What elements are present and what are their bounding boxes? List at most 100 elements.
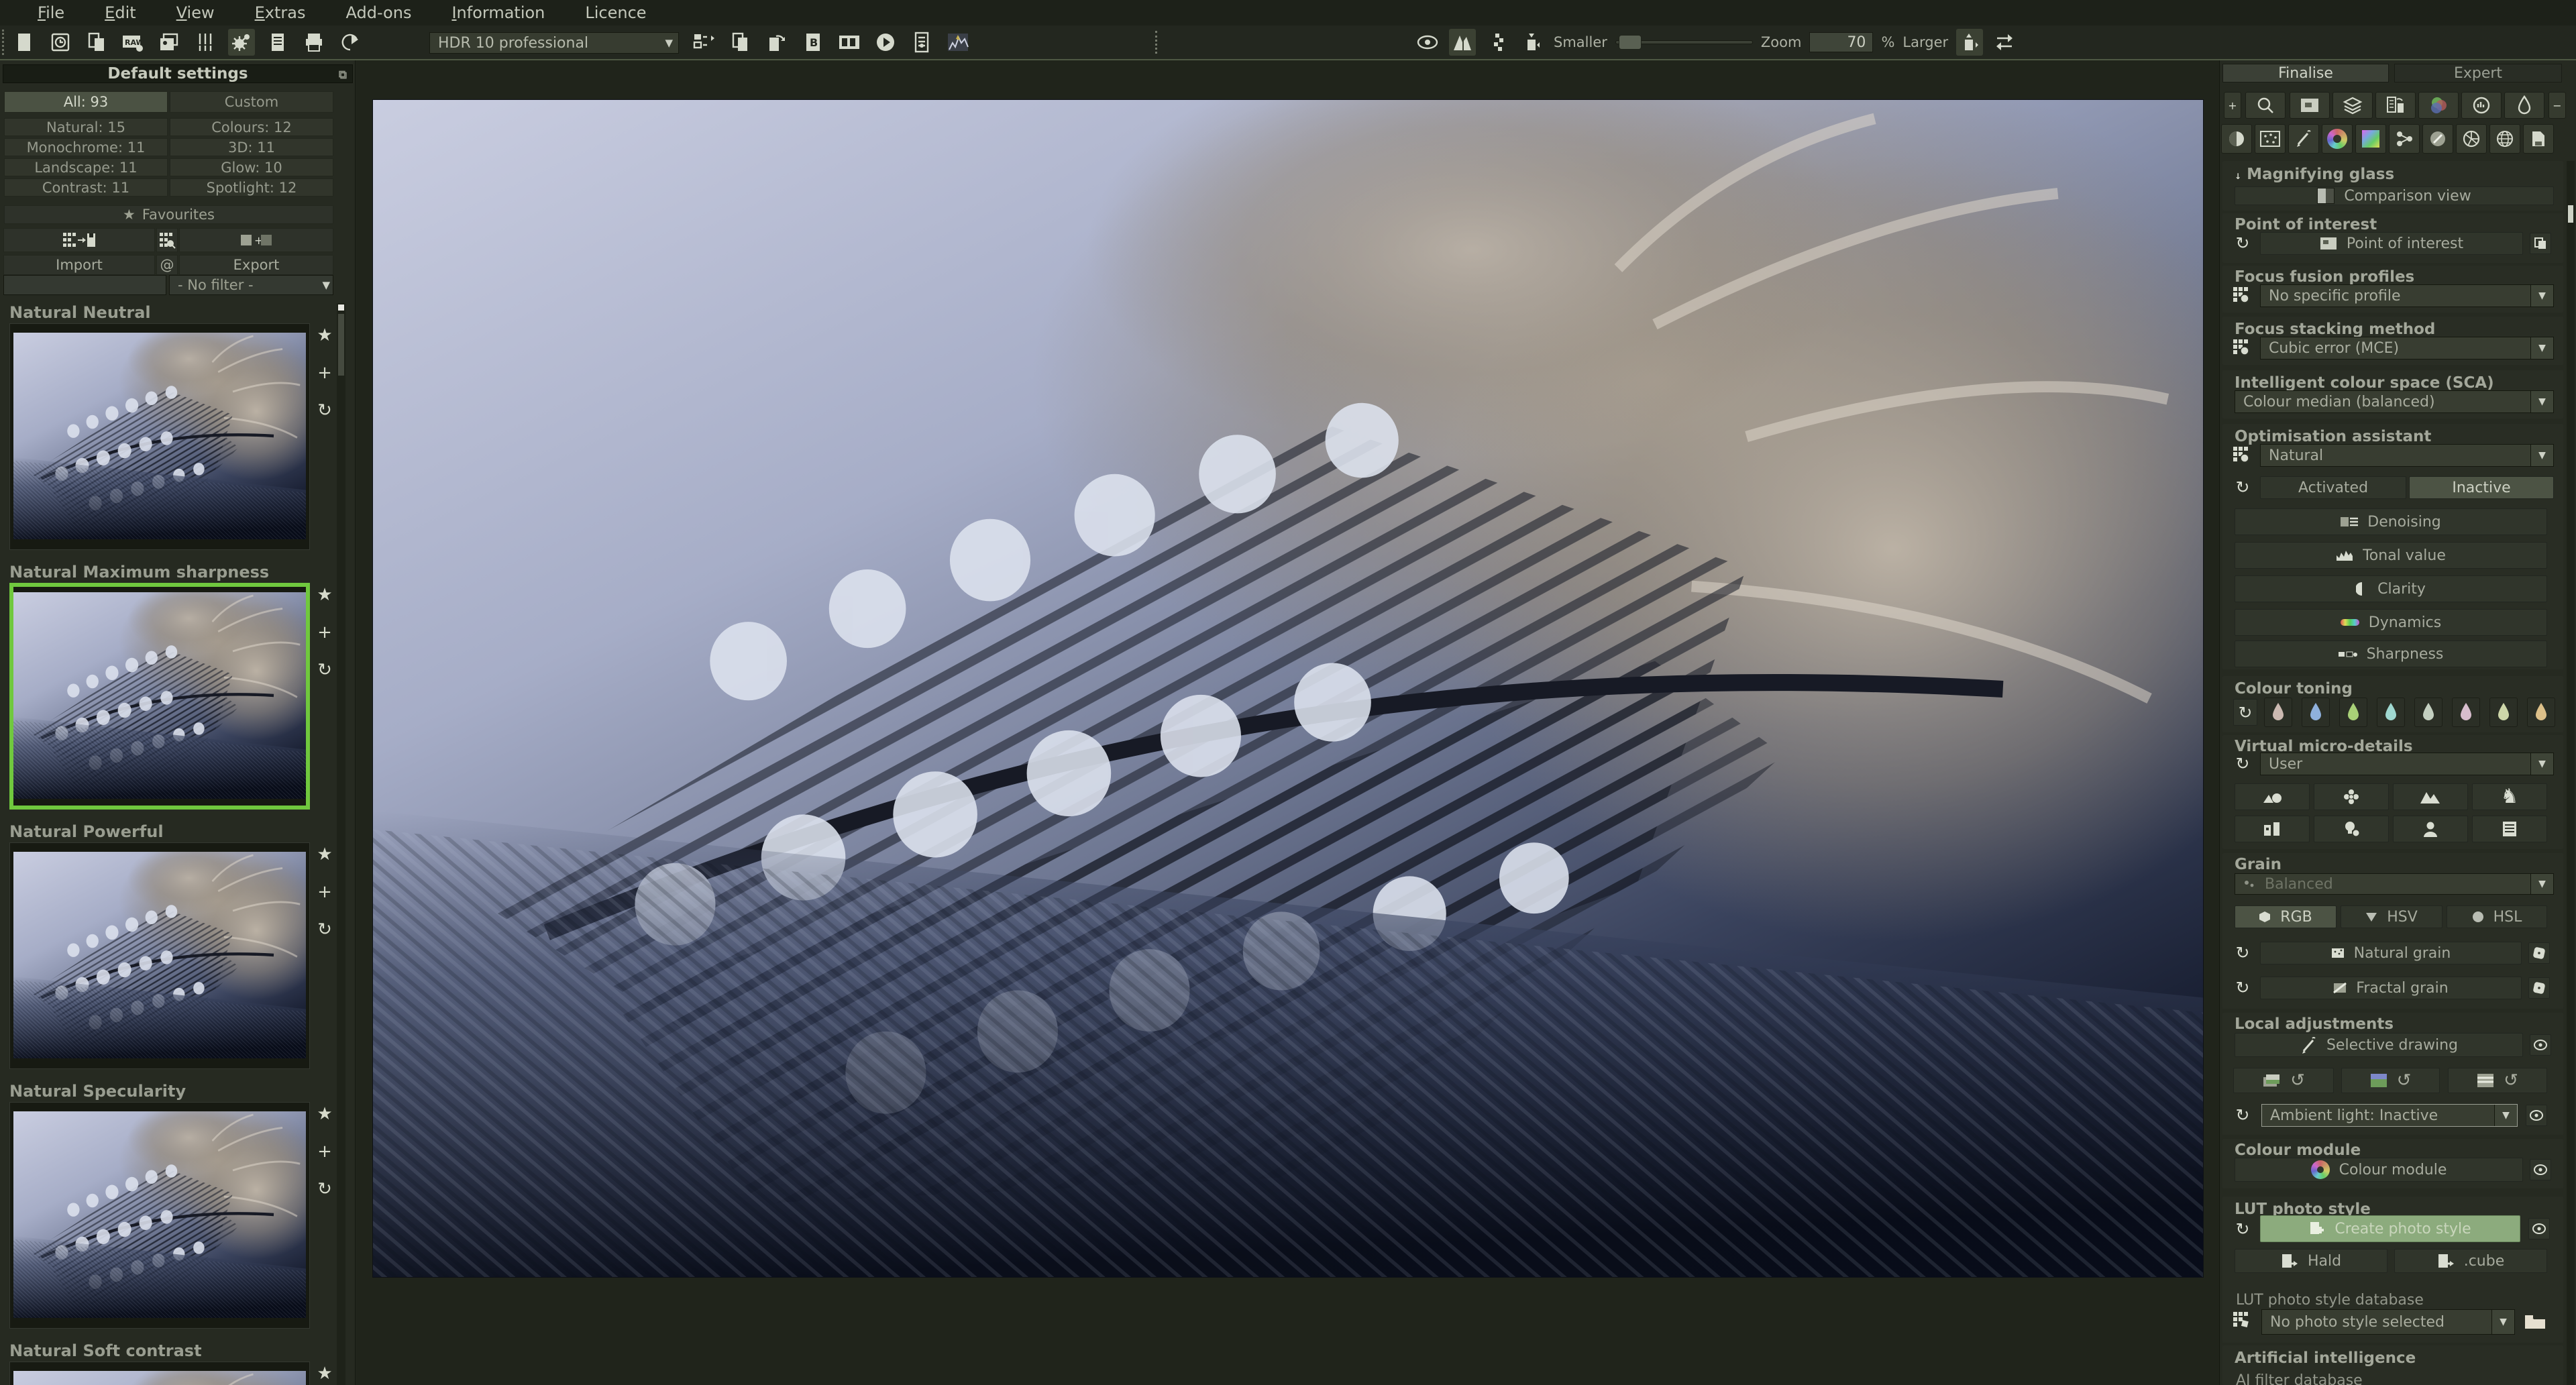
dropdown-arrow-icon[interactable]: ▼ [2530, 753, 2553, 775]
tab-expert[interactable]: Expert [2394, 64, 2562, 82]
post-processing-gear-icon[interactable] [228, 29, 255, 56]
comparison-view-toggle[interactable]: Comparison view [2235, 186, 2554, 205]
project-type-dropdown[interactable]: HDR 10 professional ▼ [429, 32, 679, 54]
comparison-checkbox-icon[interactable] [2317, 188, 2334, 204]
category-spotlight[interactable]: Spotlight: 12 [170, 178, 333, 197]
reset-fractal-grain-icon[interactable]: ↻ [2232, 977, 2253, 998]
toning-droplet-2[interactable] [2302, 698, 2330, 727]
refresh-preset-icon[interactable]: ↻ [317, 401, 332, 420]
mask-copy-button[interactable]: ↺ [2233, 1068, 2334, 1093]
tab-finalise[interactable]: Finalise [2222, 64, 2389, 82]
favourite-star-icon[interactable]: ★ [317, 1105, 332, 1123]
dropdown-arrow-icon[interactable]: ▼ [2530, 285, 2553, 307]
menu-extras[interactable]: Extras [255, 3, 306, 22]
point-of-interest-button[interactable]: Point of interest [2260, 232, 2523, 255]
add-preset-icon[interactable]: + [317, 364, 332, 382]
toning-droplet-6[interactable] [2452, 698, 2480, 727]
droplet-tool-icon[interactable] [2504, 92, 2544, 119]
reset-poi-icon[interactable]: ↻ [2232, 232, 2253, 254]
category-monochrome[interactable]: Monochrome: 11 [4, 138, 168, 156]
preset-thumbnail[interactable] [9, 1362, 310, 1385]
focus-stacking-dropdown[interactable]: Cubic error (MCE) ▼ [2260, 337, 2554, 359]
lut-card-icon[interactable] [2523, 124, 2554, 154]
colour-space-dropdown[interactable]: Colour median (balanced) ▼ [2235, 390, 2554, 413]
play-icon[interactable] [872, 29, 899, 56]
menu-file[interactable]: File [38, 3, 64, 22]
natural-grain-button[interactable]: Natural grain [2260, 942, 2522, 964]
filmstrip-icon[interactable] [836, 29, 863, 56]
fractal-grain-button[interactable]: Fractal grain [2260, 977, 2522, 999]
category-glow[interactable]: Glow: 10 [170, 158, 333, 176]
import-button[interactable]: Import [3, 255, 155, 275]
assistant-grid-icon[interactable] [2231, 444, 2252, 465]
scrollbar-top-handle[interactable] [338, 304, 344, 311]
export-cube-button[interactable]: .cube [2394, 1249, 2547, 1273]
add-tool-button[interactable]: + [2224, 92, 2241, 119]
toning-droplet-7[interactable] [2489, 698, 2518, 727]
micro-detail-flower-button[interactable] [2314, 783, 2389, 810]
add-preset-icon[interactable]: + [317, 883, 332, 901]
raw-import-icon[interactable]: RAW [119, 29, 146, 56]
import-web-icon-button[interactable] [156, 228, 178, 252]
category-landscape[interactable]: Landscape: 11 [4, 158, 168, 176]
ambient-light-dropdown[interactable]: Ambient light: Inactive ▼ [2261, 1104, 2518, 1127]
dropdown-arrow-icon[interactable]: ▼ [2494, 1105, 2517, 1126]
rotate-view-icon[interactable] [1991, 29, 2018, 56]
toning-droplet-4[interactable] [2377, 698, 2405, 727]
colour-wheel-icon[interactable] [2322, 124, 2353, 154]
activated-button[interactable]: Activated [2260, 476, 2406, 499]
zoom-fit-larger-icon[interactable] [1956, 29, 1983, 56]
favourites-button[interactable]: ★ Favourites [4, 205, 333, 224]
toning-droplet-3[interactable] [2339, 698, 2367, 727]
profile-grid-icon[interactable] [2231, 284, 2252, 306]
zoom-slider[interactable] [1615, 40, 1753, 44]
category-custom[interactable]: Custom [170, 91, 333, 113]
natural-grain-dice-icon[interactable] [2528, 942, 2550, 964]
nodes-icon[interactable] [2389, 124, 2420, 154]
export-button[interactable]: Export [179, 255, 333, 275]
micro-detail-mountains-button[interactable] [2393, 783, 2468, 810]
favourite-star-icon[interactable]: ★ [317, 1364, 332, 1383]
inactive-button[interactable]: Inactive [2409, 476, 2554, 499]
scrollbar-handle[interactable] [2568, 205, 2573, 223]
histogram-icon[interactable] [945, 29, 971, 56]
selective-drawing-button[interactable]: Selective drawing [2235, 1033, 2523, 1057]
layers-icon[interactable] [2332, 92, 2373, 119]
refresh-preset-icon[interactable]: ↻ [317, 661, 332, 679]
zoom-fit-smaller-icon[interactable] [1519, 29, 1546, 56]
dropdown-arrow-icon[interactable]: ▼ [2530, 445, 2553, 466]
toggle-tonal-value[interactable]: Tonal value [2235, 542, 2547, 569]
create-photo-style-button[interactable]: Create photo style [2260, 1215, 2520, 1242]
exif-panel-icon[interactable] [908, 29, 935, 56]
reset-micro-details-icon[interactable]: ↻ [2232, 753, 2253, 774]
favourite-star-icon[interactable]: ★ [317, 845, 332, 864]
preset-thumbnail-selected[interactable] [9, 583, 310, 810]
micro-detail-portrait-button[interactable] [2393, 816, 2468, 842]
reset-toning-icon[interactable]: ↻ [2233, 699, 2257, 726]
grain-preset-dropdown[interactable]: Balanced ▼ [2235, 873, 2554, 895]
assistant-dropdown[interactable]: Natural ▼ [2260, 444, 2554, 467]
brush-set-icon[interactable] [192, 29, 219, 56]
notes-icon[interactable] [264, 29, 291, 56]
toolbar-drag-handle[interactable] [2, 30, 4, 55]
micro-detail-light-button[interactable] [2314, 816, 2389, 842]
fractal-grain-dice-icon[interactable] [2528, 977, 2550, 999]
preview-eye-icon[interactable] [1414, 29, 1441, 56]
dropdown-arrow-icon[interactable]: ▼ [2530, 337, 2553, 359]
contrast-tool-icon[interactable] [2221, 124, 2252, 154]
preset-search-box[interactable] [3, 275, 166, 295]
export-icon-button[interactable]: + [179, 228, 333, 252]
category-colours[interactable]: Colours: 12 [170, 118, 333, 136]
export-hald-button[interactable]: Hald [2235, 1249, 2387, 1273]
toggle-sharpness[interactable]: Sharpness [2235, 641, 2547, 667]
optimisation-gear-icon[interactable] [2461, 92, 2502, 119]
rgb-channels-icon[interactable] [2418, 92, 2459, 119]
comparison-window-icon[interactable] [2290, 92, 2330, 119]
remove-tool-button[interactable]: − [2548, 92, 2566, 119]
colour-module-visibility-icon[interactable] [2530, 1159, 2551, 1180]
menu-edit[interactable]: Edit [105, 3, 136, 22]
rotate-document-icon[interactable] [763, 29, 790, 56]
toning-droplet-5[interactable] [2414, 698, 2443, 727]
image-browser-icon[interactable] [156, 29, 182, 56]
micro-detail-document-button[interactable] [2472, 816, 2547, 842]
